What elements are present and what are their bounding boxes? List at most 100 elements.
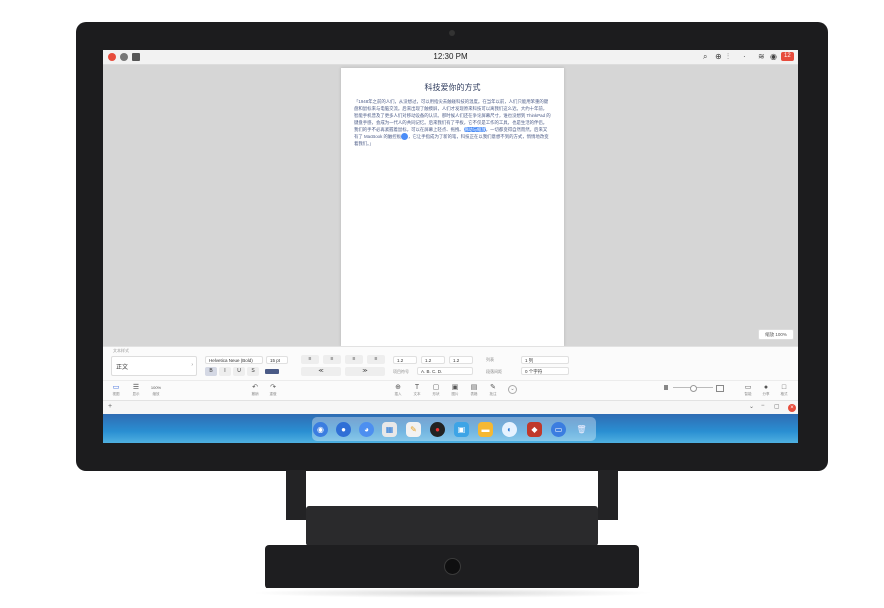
base-shadow	[250, 588, 654, 598]
underline-button[interactable]: U	[233, 367, 245, 376]
folder-icon[interactable]: ▬	[478, 422, 493, 437]
music-icon[interactable]: ●	[430, 422, 445, 437]
app-store-icon[interactable]: ▭	[551, 422, 566, 437]
shape-icon: ▢	[432, 384, 440, 391]
increase-indent-button[interactable]: ≫	[345, 367, 385, 376]
font-family-select[interactable]: Helvetica Neue (Bold)	[205, 356, 263, 364]
align-center-icon[interactable]: ≡	[323, 355, 341, 364]
wifi-icon[interactable]: ≋	[758, 52, 765, 61]
zoom-control[interactable]: 缩放 100%	[758, 329, 794, 340]
format-icon: □	[781, 384, 787, 391]
zoom-icon[interactable]: ⊕	[715, 52, 722, 61]
image-icon: ▣	[451, 384, 459, 391]
screen: 12:30 PM ⌕ ⊕ ⫶ · ≋ ◉ 12 科技爱你的方式 「1948年之前…	[103, 50, 798, 443]
share-icon: ●	[763, 384, 769, 391]
tab-strip: + ⌄ − ▢ ×	[103, 400, 798, 415]
page-slider-knob[interactable]	[690, 385, 697, 392]
display-button[interactable]: ☰ 显示	[127, 383, 145, 397]
zoom-percent: 100%	[150, 385, 162, 390]
strikethrough-button[interactable]: S	[247, 367, 259, 376]
safari-icon[interactable]: ◐	[502, 422, 517, 437]
undo-button[interactable]: ↶ 撤销	[246, 383, 264, 397]
format-label: 格式	[780, 392, 788, 396]
notes-icon[interactable]: ✎	[406, 422, 421, 437]
text-button[interactable]: T 文本	[408, 383, 426, 397]
align-right-icon[interactable]: ≡	[345, 355, 363, 364]
zoom-label: 缩放	[152, 392, 160, 396]
redo-label: 重做	[269, 392, 277, 396]
font-size-select[interactable]: 15 pt	[266, 356, 288, 364]
comment-button[interactable]: ✎ 批注	[484, 383, 502, 397]
menubar: 12:30 PM ⌕ ⊕ ⫶ · ≋ ◉ 12	[103, 50, 798, 65]
camera-icon	[449, 30, 455, 36]
selected-text[interactable]: 滑动与缩放	[463, 127, 486, 132]
close-icon[interactable]: ×	[788, 404, 796, 412]
zoom-button[interactable]: 100% 缩放	[147, 383, 165, 397]
format-caption: 文本样式	[113, 348, 129, 353]
list-icon: ☰	[132, 384, 140, 391]
table-icon: ▤	[470, 384, 478, 391]
smart-label: 智能	[744, 392, 752, 396]
image-label: 图片	[451, 392, 459, 396]
power-button[interactable]	[444, 558, 461, 575]
undo-label: 撤销	[251, 392, 259, 396]
align-left-icon[interactable]: ≡	[301, 355, 319, 364]
decrease-indent-button[interactable]: ≪	[301, 367, 341, 376]
line-spacing-field[interactable]: 1.2	[393, 356, 417, 364]
view-button[interactable]: ▭ 视图	[107, 383, 125, 397]
share-button[interactable]: ● 分享	[757, 383, 775, 397]
comment-label: 批注	[489, 392, 497, 396]
document-title[interactable]: 科技爱你的方式	[341, 82, 564, 93]
list-select[interactable]: 1 列	[521, 356, 569, 364]
table-label: 表格	[470, 392, 478, 396]
books-icon[interactable]: ◆	[527, 422, 542, 437]
document-body[interactable]: 「1948年之前的人们，从没想过，可以用指尖去触碰科技的温度。在当年以前，人们只…	[354, 98, 551, 147]
shape-button[interactable]: ▢ 形状	[427, 383, 445, 397]
stand-arm-right	[598, 470, 618, 520]
text-color-swatch[interactable]	[265, 369, 279, 374]
separator-icon: ·	[743, 52, 746, 61]
image-button[interactable]: ▣ 图片	[446, 383, 464, 397]
maximize-icon[interactable]: ▢	[774, 403, 780, 410]
before-spacing-field[interactable]: 1.2	[421, 356, 445, 364]
italic-button[interactable]: I	[219, 367, 231, 376]
insert-icon: ⊕	[395, 384, 401, 391]
paragraph-style-value: 正文	[116, 365, 129, 371]
chevron-right-icon: ›	[191, 362, 193, 368]
finder-icon[interactable]: ◉	[313, 422, 328, 437]
more-chevron-icon[interactable]: ⌄	[508, 385, 517, 394]
mail-icon[interactable]: ●	[336, 422, 351, 437]
slider-min-icon	[664, 385, 668, 390]
numbering-select[interactable]: A. B. C. D.	[417, 367, 473, 375]
notification-badge[interactable]: 12	[781, 52, 794, 61]
trash-icon[interactable]: 🗑	[574, 422, 589, 437]
battery-icon[interactable]: ◉	[770, 52, 777, 61]
plus-icon[interactable]: +	[108, 403, 112, 410]
paragraph-spacing-label: 段落间距	[486, 369, 502, 374]
paragraph-style-select[interactable]: 正文 ›	[111, 356, 197, 376]
format-button[interactable]: □ 格式	[775, 383, 793, 397]
paragraph-spacing-select[interactable]: 0 个字符	[521, 367, 569, 375]
photos-icon[interactable]: ▦	[382, 422, 397, 437]
sound-icon[interactable]: ⫶	[727, 52, 729, 62]
messages-icon[interactable]: ◕	[359, 422, 374, 437]
comment-icon: ✎	[490, 384, 496, 391]
view-icon: ▭	[112, 384, 120, 391]
redo-icon: ↷	[270, 384, 276, 391]
text-label: 文本	[413, 392, 421, 396]
chevron-down-icon[interactable]: ⌄	[749, 403, 754, 410]
gallery-icon[interactable]: ▣	[454, 422, 469, 437]
table-button[interactable]: ▤ 表格	[465, 383, 483, 397]
align-justify-icon[interactable]: ≡	[367, 355, 385, 364]
smart-button[interactable]: ▭ 智能	[739, 383, 757, 397]
bold-button[interactable]: B	[205, 367, 217, 376]
format-panel: 文本样式 正文 › Helvetica Neue (Bold) 15 pt B …	[103, 346, 798, 381]
insert-button[interactable]: ⊕ 插入	[389, 383, 407, 397]
after-spacing-field[interactable]: 1.2	[449, 356, 473, 364]
insert-label: 插入	[394, 392, 402, 396]
document-page[interactable]: 科技爱你的方式 「1948年之前的人们，从没想过，可以用指尖去触碰科技的温度。在…	[341, 68, 564, 346]
minimize-icon[interactable]: −	[761, 403, 765, 409]
search-icon[interactable]: ⌕	[703, 52, 707, 62]
redo-button[interactable]: ↷ 重做	[264, 383, 282, 397]
menubar-clock: 12:30 PM	[433, 52, 468, 61]
